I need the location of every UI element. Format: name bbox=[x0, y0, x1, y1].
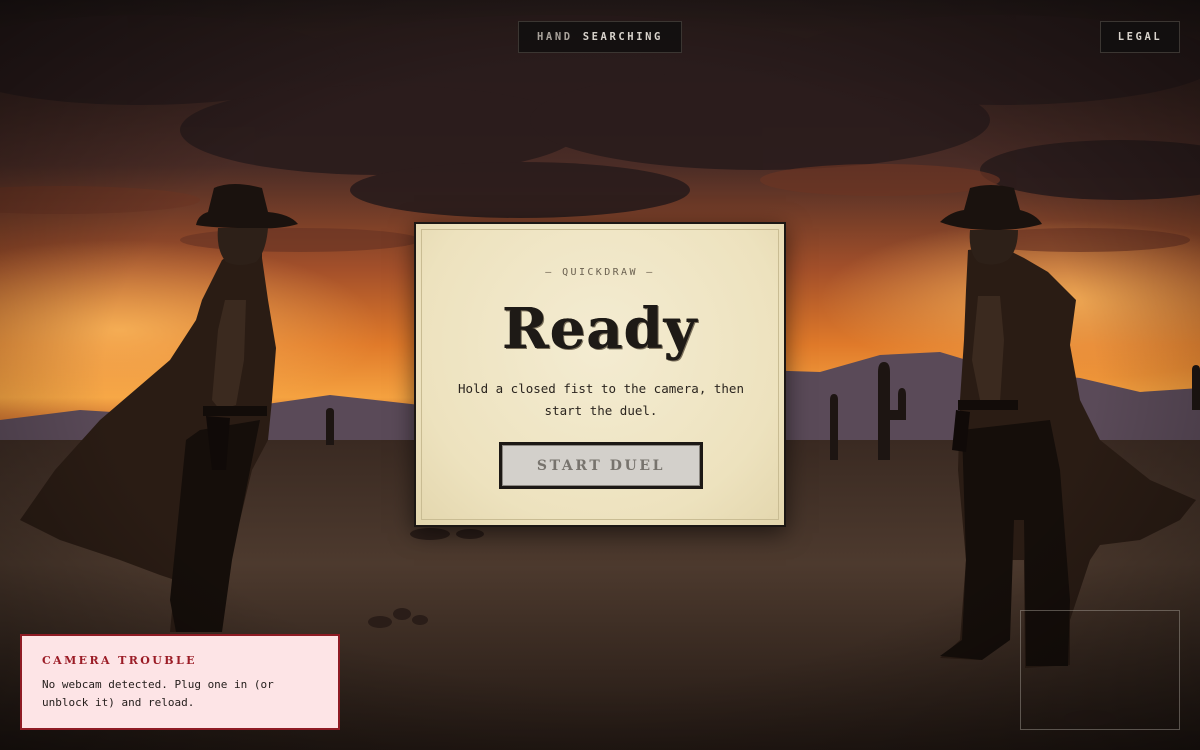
dialog-message: Hold a closed fist to the camera, then s… bbox=[458, 381, 744, 418]
hand-status-value: SEARCHING bbox=[582, 31, 663, 43]
dialog-title: Ready bbox=[502, 296, 698, 362]
camera-error-title: CAMERA TROUBLE bbox=[42, 654, 197, 667]
camera-error-message: No webcam detected. Plug one in (or unbl… bbox=[42, 678, 274, 709]
start-duel-button-label: START DUEL bbox=[502, 445, 700, 486]
start-duel-button[interactable]: START DUEL bbox=[499, 442, 703, 489]
hand-status-indicator: HAND SEARCHING bbox=[518, 21, 682, 53]
hand-status-label: HAND bbox=[537, 31, 573, 43]
legal-button[interactable]: LEGAL bbox=[1100, 21, 1180, 53]
ready-dialog: — QUICKDRAW — Ready Hold a closed fist t… bbox=[414, 222, 786, 527]
camera-error-notice: CAMERA TROUBLE No webcam detected. Plug … bbox=[20, 634, 340, 730]
dialog-kicker: — QUICKDRAW — bbox=[545, 267, 655, 278]
camera-preview-frame bbox=[1020, 610, 1180, 730]
